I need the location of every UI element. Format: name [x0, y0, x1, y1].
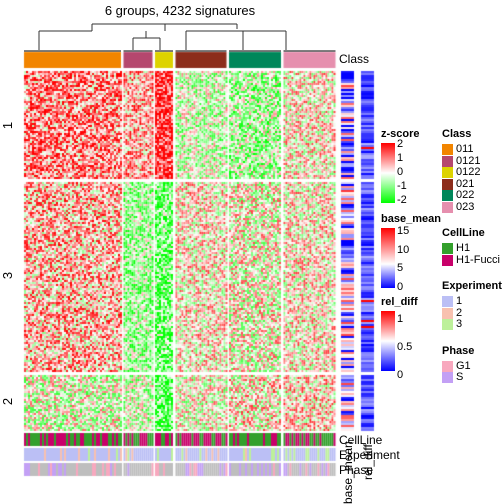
zscore-tick: -2 [397, 194, 407, 206]
cellline-legend-swatch [442, 243, 453, 254]
class-legend-swatch [442, 190, 453, 201]
experiment-legend-swatch [442, 307, 453, 319]
experiment-legend-swatch [442, 296, 453, 307]
row-group-label: 2 [0, 397, 16, 406]
rel-diff-tick: 0.5 [397, 341, 413, 353]
class-legend-swatch [442, 201, 453, 213]
cellline-legend-label: H1 [456, 242, 471, 254]
experiment-legend-swatch [442, 319, 453, 330]
class-legend-swatch [442, 155, 453, 167]
base-mean-tick: 10 [397, 243, 410, 256]
base-mean-colorbar [381, 228, 395, 288]
base-mean-tick: 5 [397, 262, 404, 274]
phase-legend-swatch [442, 372, 453, 383]
class-legend-label: 0122 [456, 166, 481, 178]
class-legend-label: 011 [456, 143, 474, 155]
cellline-legend-title: CellLine [442, 227, 485, 239]
phase-legend-title: Phase [442, 344, 475, 357]
experiment-legend-title: Experiment [442, 280, 502, 292]
zscore-tick: 1 [397, 152, 404, 164]
base-mean-tick: 15 [397, 225, 410, 237]
cellline-legend-swatch [442, 254, 453, 266]
class-legend-swatch [442, 144, 453, 155]
class-legend-swatch [442, 178, 453, 190]
experiment-legend-label: 1 [456, 295, 463, 307]
zscore-tick: 0 [397, 166, 404, 178]
phase-legend-label: G1 [456, 359, 471, 372]
row-group-label: 1 [0, 121, 16, 130]
zscore-colorbar [381, 143, 395, 203]
class-legend-swatch [442, 167, 453, 178]
phase-legend-label: S [456, 371, 464, 383]
experiment-legend-label: 3 [456, 318, 463, 330]
class-annotation-label: Class [339, 52, 370, 66]
class-legend-label: 0121 [456, 154, 481, 167]
rel-diff-annotation-label: rel_diff [361, 444, 375, 480]
experiment-legend-label: 2 [456, 306, 463, 319]
row-group-label: 3 [0, 271, 16, 280]
rel-diff-tick: 0 [397, 369, 404, 381]
base-mean-tick: 0 [397, 280, 404, 293]
rel-diff-colorbar [381, 311, 395, 371]
heatmap-figure: 6 groups, 4232 signatures Class CellLine… [0, 0, 504, 504]
rel-diff-tick: 1 [397, 313, 404, 325]
class-legend-label: 023 [456, 200, 475, 213]
base-mean-annotation-label: base_mean [341, 441, 355, 504]
zscore-tick: -1 [397, 180, 407, 192]
cellline-legend-label: H1-Fucci [456, 253, 501, 266]
class-legend-label: 021 [456, 177, 475, 190]
zscore-tick: 2 [397, 138, 404, 150]
class-legend-title: Class [442, 128, 472, 140]
base-mean-legend-title: base_mean [381, 213, 441, 225]
heatmap-body [0, 0, 504, 504]
phase-legend-swatch [442, 360, 453, 372]
class-legend-label: 022 [456, 189, 475, 201]
chart-title: 6 groups, 4232 signatures [104, 3, 256, 18]
